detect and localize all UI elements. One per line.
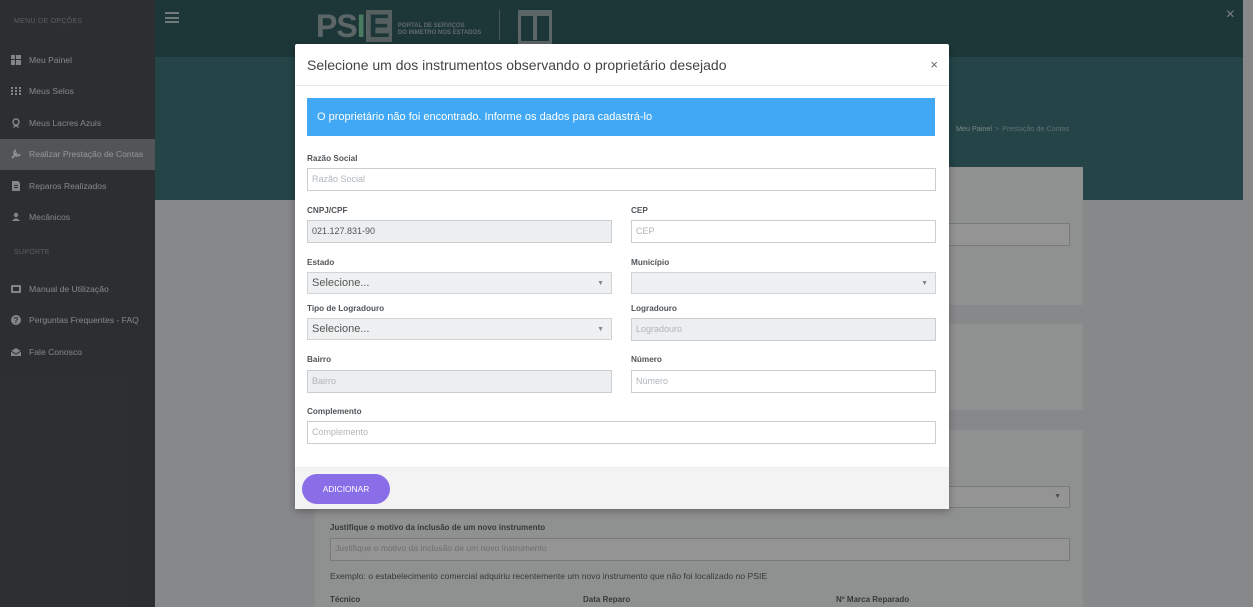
owner-modal: Selecione um dos instrumentos observando…	[295, 44, 949, 509]
estado-label: Estado	[307, 258, 335, 267]
tipo-logradouro-label: Tipo de Logradouro	[307, 304, 385, 313]
tipo-logradouro-select[interactable]: Selecione... ▼	[307, 318, 612, 340]
chevron-down-icon: ▼	[597, 326, 604, 333]
modal-footer: ADICIONAR	[295, 467, 949, 509]
numero-input[interactable]: Número	[631, 370, 936, 393]
cep-label: CEP	[631, 206, 648, 215]
logradouro-label: Logradouro	[631, 304, 677, 313]
tipo-logradouro-select-value: Selecione...	[312, 323, 370, 335]
bairro-label: Bairro	[307, 355, 332, 364]
bairro-input[interactable]: Bairro	[307, 370, 612, 393]
razao-social-label: Razão Social	[307, 154, 358, 163]
numero-label: Número	[631, 355, 662, 364]
cep-input[interactable]: CEP	[631, 220, 936, 243]
chevron-down-icon: ▼	[597, 280, 604, 287]
modal-title: Selecione um dos instrumentos observando…	[307, 56, 727, 73]
complemento-label: Complemento	[307, 407, 362, 416]
logradouro-input[interactable]: Logradouro	[631, 318, 936, 341]
modal-close-icon[interactable]: ×	[930, 58, 938, 71]
add-button[interactable]: ADICIONAR	[302, 474, 390, 504]
razao-social-input[interactable]: Razão Social	[307, 168, 936, 191]
municipio-select[interactable]: ▼	[631, 272, 936, 294]
modal-header: Selecione um dos instrumentos observando…	[295, 44, 949, 86]
alert-banner: O proprietário não foi encontrado. Infor…	[307, 98, 935, 136]
complemento-input[interactable]: Complemento	[307, 421, 936, 444]
estado-select-value: Selecione...	[312, 277, 370, 289]
cnpj-cpf-input[interactable]: 021.127.831-90	[307, 220, 612, 243]
estado-select[interactable]: Selecione... ▼	[307, 272, 612, 294]
cnpj-cpf-label: CNPJ/CPF	[307, 206, 348, 215]
mouse-cursor-icon	[318, 195, 325, 207]
chevron-down-icon: ▼	[921, 280, 928, 287]
municipio-label: Município	[631, 258, 670, 267]
